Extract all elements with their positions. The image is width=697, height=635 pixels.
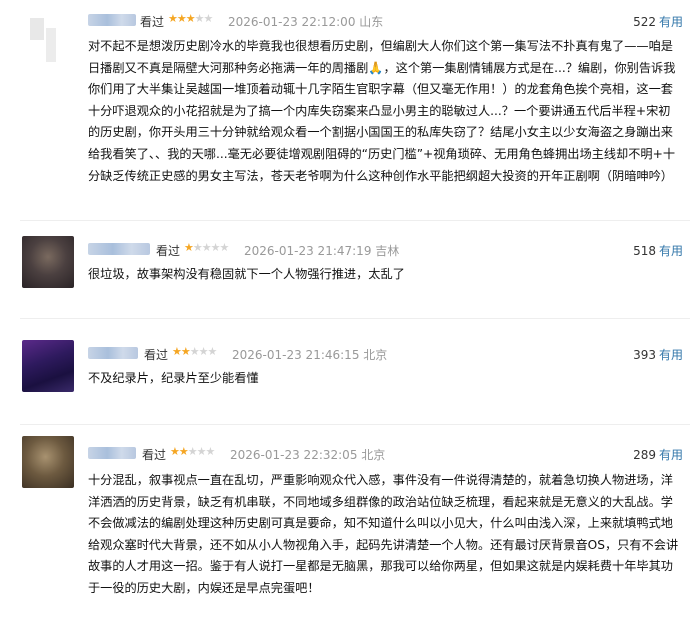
useful-vote: 518 有用: [633, 242, 683, 259]
useful-button[interactable]: 有用: [659, 15, 683, 29]
watch-status: 看过: [156, 244, 181, 258]
review-content: 很垃圾，故事架构没有稳固就下一个人物强行推进，太乱了: [88, 267, 405, 281]
useful-button[interactable]: 有用: [659, 244, 683, 258]
avatar[interactable]: [22, 436, 74, 488]
username-redacted[interactable]: [88, 447, 136, 459]
star-icon: ★★: [172, 345, 191, 358]
star-empty-icon: ★★: [194, 12, 214, 25]
useful-count: 522: [633, 15, 656, 29]
divider: [20, 220, 690, 221]
divider: [20, 424, 690, 425]
useful-vote: 522 有用: [633, 13, 683, 30]
review-content: 不及纪录片，纪录片至少能看懂: [88, 371, 259, 385]
divider: [20, 318, 690, 319]
star-icon: ★★★: [168, 12, 196, 25]
watch-status: 看过: [144, 348, 169, 362]
star-empty-icon: ★★★: [187, 445, 216, 458]
review-meta: 看过 ★★★★★ 2026-01-23 21:47:19 吉林 518 有用: [88, 241, 697, 259]
review-date: 2026-01-23 21:46:15 北京: [232, 348, 388, 362]
rating-stars: ★★★★★: [184, 241, 229, 254]
useful-button[interactable]: 有用: [659, 448, 683, 462]
star-icon: ★★: [170, 445, 189, 458]
useful-count: 393: [633, 348, 656, 362]
watch-status: 看过: [142, 448, 167, 462]
useful-vote: 393 有用: [633, 346, 683, 363]
username-redacted[interactable]: [88, 347, 138, 359]
review-content: 对不起不是想泼历史剧冷水的毕竟我也很想看历史剧，但编剧大人你们这个第一集写法不扑…: [88, 39, 676, 183]
star-icon: ★: [184, 241, 194, 254]
review-date: 2026-01-23 22:32:05 北京: [230, 448, 386, 462]
useful-vote: 289 有用: [633, 446, 683, 463]
review-content: 十分混乱，叙事视点一直在乱切，严重影响观众代入感，事件没有一件说得清楚的，就着急…: [88, 473, 679, 595]
review-date: 2026-01-23 22:12:00 山东: [228, 15, 384, 29]
useful-button[interactable]: 有用: [659, 348, 683, 362]
rating-stars: ★★★★★: [170, 445, 216, 458]
rating-stars: ★★★★★: [168, 12, 214, 25]
rating-stars: ★★★★★: [172, 345, 218, 358]
username-redacted[interactable]: [88, 14, 136, 26]
review-date: 2026-01-23 21:47:19 吉林: [244, 244, 400, 258]
username-redacted[interactable]: [88, 243, 150, 255]
avatar[interactable]: [22, 236, 74, 288]
review-meta: 看过 ★★★★★ 2026-01-23 21:46:15 北京 393 有用: [88, 345, 697, 363]
star-empty-icon: ★★★: [189, 345, 218, 358]
watch-status: 看过: [140, 15, 165, 29]
review-meta: 看过 ★★★★★ 2026-01-23 22:32:05 北京 289 有用: [88, 445, 697, 463]
useful-count: 518: [633, 244, 656, 258]
avatar[interactable]: [22, 340, 74, 392]
useful-count: 289: [633, 448, 656, 462]
review-meta: 看过 ★★★★★ 2026-01-23 22:12:00 山东 522 有用: [88, 12, 697, 30]
avatar[interactable]: [22, 14, 74, 66]
star-empty-icon: ★★★★: [192, 241, 229, 254]
